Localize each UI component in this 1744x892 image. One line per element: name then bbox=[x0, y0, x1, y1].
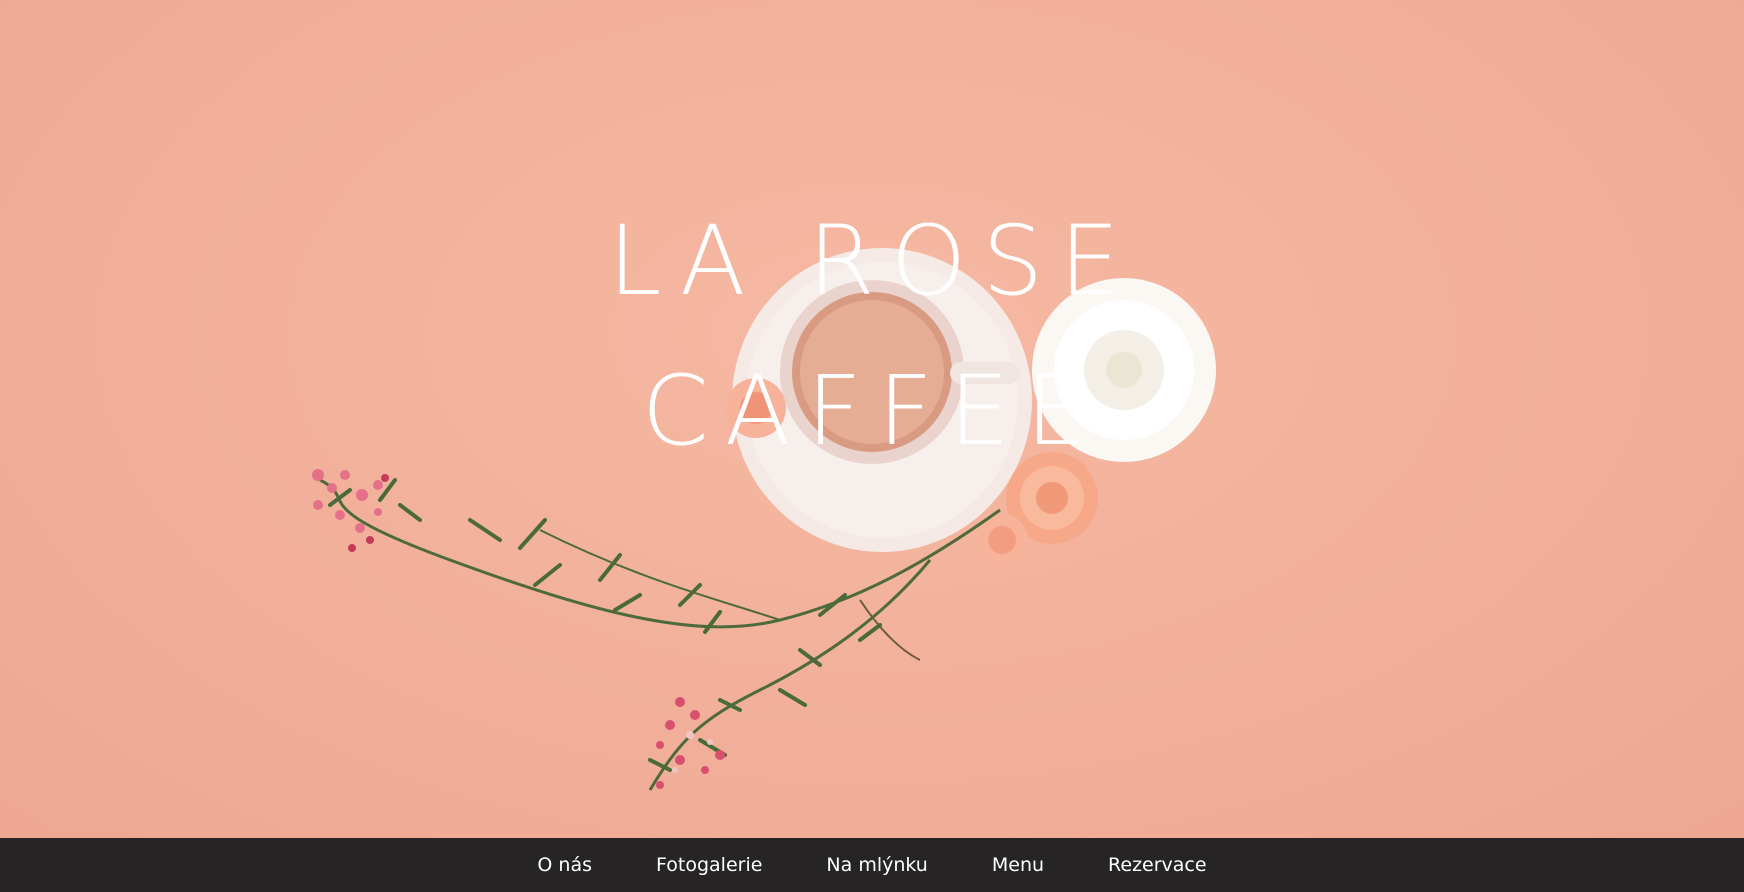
nav-item-rezervace[interactable]: Rezervace bbox=[1108, 848, 1207, 882]
site-title-line2: CAFFEE bbox=[641, 355, 1103, 467]
hero-section: LA ROSE CAFFEE bbox=[0, 0, 1744, 838]
page: LA ROSE CAFFEE O nás Fotogalerie Na mlýn… bbox=[0, 0, 1744, 892]
nav-item-fotogalerie[interactable]: Fotogalerie bbox=[656, 848, 762, 882]
nav-item-na-mlynku[interactable]: Na mlýnku bbox=[826, 848, 927, 882]
nav-item-menu[interactable]: Menu bbox=[992, 848, 1044, 882]
bottom-navigation: O nás Fotogalerie Na mlýnku Menu Rezerva… bbox=[0, 838, 1744, 892]
site-title-line1: LA ROSE bbox=[608, 205, 1136, 317]
site-title: LA ROSE CAFFEE bbox=[0, 186, 1744, 486]
nav-item-o-nas[interactable]: O nás bbox=[537, 848, 592, 882]
